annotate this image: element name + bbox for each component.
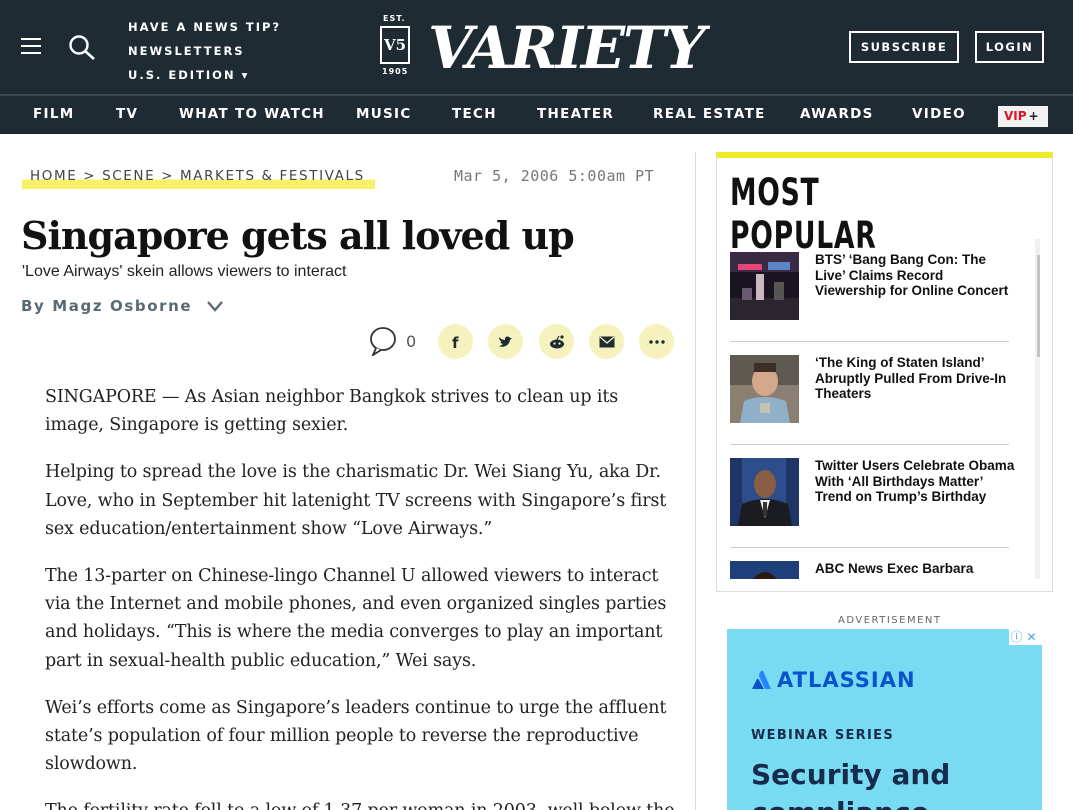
header-links: HAVE A NEWS TIP? NEWSLETTERS U.S. EDITIO… bbox=[128, 15, 281, 87]
facebook-share-button[interactable]: f bbox=[438, 324, 473, 359]
breadcrumb-separator: > bbox=[161, 168, 175, 184]
nav-item-tech[interactable]: TECH bbox=[452, 106, 497, 122]
newsletters-link[interactable]: NEWSLETTERS bbox=[128, 39, 281, 63]
atlassian-icon bbox=[752, 670, 771, 689]
variety-logo[interactable]: EST. V5 1905 VARIETY bbox=[378, 12, 706, 82]
logo-est: EST. bbox=[383, 14, 406, 23]
news-tip-link[interactable]: HAVE A NEWS TIP? bbox=[128, 15, 281, 39]
svg-text:f: f bbox=[452, 334, 459, 350]
article-date: Mar 5, 2006 5:00am PT bbox=[454, 167, 655, 185]
twitter-share-button[interactable] bbox=[488, 324, 523, 359]
most-popular-widget: MOST POPULAR BTS’ ‘Bang Bang Con: The Li… bbox=[716, 152, 1053, 592]
email-share-button[interactable] bbox=[589, 324, 624, 359]
most-popular-scrollbar[interactable] bbox=[1035, 239, 1040, 579]
author-byline[interactable]: By Magz Osborne bbox=[21, 297, 223, 315]
article-paragraph: SINGAPORE — As Asian neighbor Bangkok st… bbox=[45, 387, 619, 436]
chevron-down-icon bbox=[207, 301, 223, 312]
vip-label: VIP bbox=[1004, 109, 1027, 123]
twitter-icon bbox=[498, 336, 512, 347]
article-dek: 'Love Airways' skein allows viewers to i… bbox=[22, 263, 347, 280]
abc-news-exec-thumbnail bbox=[730, 561, 799, 579]
article-paragraph: Wei’s efforts come as Singapore’s leader… bbox=[45, 697, 667, 775]
ad-headline: Security and compliance bbox=[751, 758, 951, 810]
list-item[interactable]: Twitter Users Celebrate Obama With ‘All … bbox=[730, 445, 1014, 548]
login-button[interactable]: LOGIN bbox=[975, 31, 1044, 63]
atlassian-ad[interactable]: ⓘ✕ ATLASSIAN WEBINAR SERIES Security and… bbox=[727, 629, 1042, 810]
comment-icon[interactable] bbox=[368, 326, 398, 356]
ad-brand-name: ATLASSIAN bbox=[777, 668, 916, 692]
article-body: SINGAPORE — As Asian neighbor Bangkok st… bbox=[45, 383, 675, 810]
nav-item-awards[interactable]: AWARDS bbox=[800, 106, 874, 122]
vip-plus: + bbox=[1028, 109, 1039, 123]
facebook-icon: f bbox=[452, 334, 459, 350]
list-item-title: ABC News Exec Barbara Fedida bbox=[815, 561, 974, 579]
logo-year: 1905 bbox=[382, 67, 409, 76]
breadcrumb-markets-festivals[interactable]: MARKETS & FESTIVALS bbox=[180, 168, 365, 184]
nav-item-tv[interactable]: TV bbox=[116, 106, 138, 122]
nav-item-music[interactable]: MUSIC bbox=[356, 106, 412, 122]
more-share-button[interactable] bbox=[639, 324, 674, 359]
obama-thumbnail bbox=[730, 458, 799, 526]
logo-wordmark: VARIETY bbox=[428, 14, 706, 82]
logo-monogram: V5 bbox=[380, 26, 410, 64]
subscribe-button[interactable]: SUBSCRIBE bbox=[849, 31, 959, 63]
nav-item-real-estate[interactable]: REAL ESTATE bbox=[653, 106, 766, 122]
edition-dropdown[interactable]: U.S. EDITION ▾ bbox=[128, 63, 281, 87]
breadcrumb-home[interactable]: HOME bbox=[30, 168, 77, 184]
main-nav: FILM TV WHAT TO WATCH MUSIC TECH THEATER… bbox=[0, 94, 1073, 134]
list-item[interactable]: ABC News Exec Barbara Fedida bbox=[730, 548, 1009, 579]
site-header: HAVE A NEWS TIP? NEWSLETTERS U.S. EDITIO… bbox=[0, 0, 1073, 94]
comment-count: 0 bbox=[406, 332, 417, 351]
list-item[interactable]: ‘The King of Staten Island’ Abruptly Pul… bbox=[730, 342, 1009, 445]
article-paragraph: The 13-parter on Chinese-lingo Channel U… bbox=[45, 566, 667, 671]
advertisement-label: ADVERTISEMENT bbox=[838, 615, 942, 626]
hamburger-icon[interactable] bbox=[21, 38, 41, 54]
ad-close-icon[interactable]: ⓘ✕ bbox=[1009, 629, 1042, 645]
vip-button[interactable]: VIP + bbox=[998, 106, 1048, 127]
more-icon bbox=[648, 339, 665, 344]
ad-brand: ATLASSIAN bbox=[751, 668, 916, 692]
article-headline: Singapore gets all loved up bbox=[21, 213, 575, 258]
list-item-title: BTS’ ‘Bang Bang Con: The Live’ Claims Re… bbox=[815, 252, 1009, 299]
list-item-title: Twitter Users Celebrate Obama With ‘All … bbox=[815, 458, 1015, 505]
list-item[interactable]: BTS’ ‘Bang Bang Con: The Live’ Claims Re… bbox=[730, 239, 1009, 342]
search-icon[interactable] bbox=[66, 33, 98, 61]
breadcrumb-separator: > bbox=[83, 168, 97, 184]
article-paragraph: Helping to spread the love is the charis… bbox=[45, 462, 667, 539]
nav-item-video[interactable]: VIDEO bbox=[912, 106, 966, 122]
breadcrumb-scene[interactable]: SCENE bbox=[102, 168, 155, 184]
email-icon bbox=[599, 336, 614, 347]
scroll-thumb[interactable] bbox=[1037, 255, 1040, 357]
reddit-icon bbox=[549, 334, 564, 348]
king-of-staten-island-thumbnail bbox=[730, 355, 799, 423]
article-paragraph: The fertility rate fell to a low of 1.37… bbox=[45, 797, 675, 810]
nav-item-what-to-watch[interactable]: WHAT TO WATCH bbox=[179, 106, 325, 122]
reddit-share-button[interactable] bbox=[539, 324, 574, 359]
nav-item-theater[interactable]: THEATER bbox=[537, 106, 614, 122]
ad-series: WEBINAR SERIES bbox=[751, 728, 894, 743]
list-item-title: ‘The King of Staten Island’ Abruptly Pul… bbox=[815, 355, 1007, 402]
nav-item-film[interactable]: FILM bbox=[33, 106, 74, 122]
most-popular-list: BTS’ ‘Bang Bang Con: The Live’ Claims Re… bbox=[729, 239, 1040, 579]
column-divider bbox=[695, 152, 696, 810]
author-name: By Magz Osborne bbox=[21, 297, 193, 315]
breadcrumb: HOME > SCENE > MARKETS & FESTIVALS bbox=[22, 165, 375, 189]
bts-concert-thumbnail bbox=[730, 252, 799, 320]
